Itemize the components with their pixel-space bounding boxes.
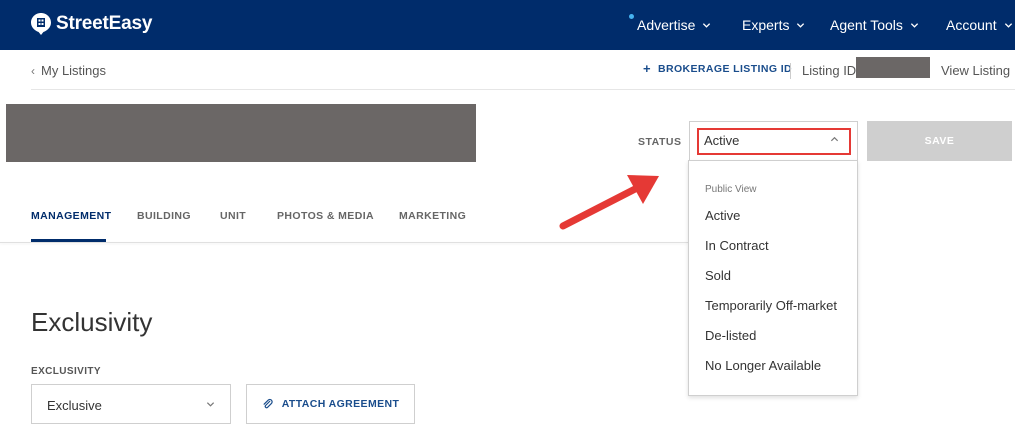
dropdown-group-label: Public View [705,184,757,195]
status-label: STATUS [638,136,682,148]
back-to-my-listings-link[interactable]: ‹ My Listings [31,63,106,78]
nav-label: Experts [742,17,790,33]
brand-name: StreetEasy [56,13,153,34]
exclusivity-select[interactable]: Exclusive [31,384,231,424]
status-dropdown-menu: Public View Active In Contract Sold Temp… [688,160,858,396]
tabs-divider [0,242,688,243]
nav-label: Agent Tools [830,17,903,33]
nav-account[interactable]: Account [946,17,1013,33]
tab-management[interactable]: MANAGEMENT [31,210,111,222]
nav-label: Account [946,17,997,33]
notification-dot-icon [629,14,634,19]
chevron-down-icon [206,402,215,407]
chevron-left-icon: ‹ [31,63,35,78]
status-option-sold[interactable]: Sold [705,268,731,283]
exclusivity-field-label: EXCLUSIVITY [31,366,101,377]
status-option-in-contract[interactable]: In Contract [705,238,769,253]
status-select-value-highlight[interactable]: Active [697,128,851,155]
annotation-arrow-icon [559,175,659,230]
attach-agreement-label: ATTACH AGREEMENT [281,398,400,410]
listing-subbar: ‹ My Listings + BROKERAGE LISTING ID Lis… [31,56,1015,90]
tab-marketing[interactable]: MARKETING [399,210,466,222]
chevron-down-icon [910,22,919,28]
status-selected-value: Active [704,133,740,148]
attach-agreement-button[interactable]: ATTACH AGREEMENT [246,384,415,424]
status-option-no-longer-available[interactable]: No Longer Available [705,358,821,373]
add-brokerage-listing-id-link[interactable]: + BROKERAGE LISTING ID [643,61,792,76]
section-title: Exclusivity [31,307,153,337]
status-option-de-listed[interactable]: De-listed [705,328,756,343]
tab-photos-media[interactable]: PHOTOS & MEDIA [277,210,374,222]
nav-advertise[interactable]: Advertise [637,17,711,33]
nav-experts[interactable]: Experts [742,17,805,33]
chevron-down-icon [797,22,805,28]
paperclip-icon [263,398,273,409]
status-option-active[interactable]: Active [705,208,740,223]
nav-label: Advertise [637,17,696,33]
status-option-temporarily-off-market[interactable]: Temporarily Off-market [705,298,837,313]
listing-id-label: Listing ID [802,63,857,78]
chevron-down-icon [1004,22,1012,28]
tab-building[interactable]: BUILDING [137,210,191,222]
brokerage-label: BROKERAGE LISTING ID [658,62,793,75]
nav-agent-tools[interactable]: Agent Tools [830,17,919,33]
divider [790,63,791,79]
view-listing-link[interactable]: View Listing [941,63,1010,78]
listing-title-redacted [6,104,476,162]
active-tab-indicator [31,239,106,242]
streeteasy-logo[interactable]: StreetEasy [31,13,152,35]
building-pin-icon [31,13,51,35]
exclusivity-selected-value: Exclusive [47,398,102,413]
plus-icon: + [643,61,651,76]
chevron-up-icon [830,136,839,142]
listing-id-redacted [856,57,930,78]
tab-unit[interactable]: UNIT [220,210,246,222]
save-button[interactable]: SAVE [867,121,1012,161]
back-label: My Listings [41,63,107,78]
chevron-down-icon [703,22,711,28]
top-navigation: StreetEasy Advertise Experts Agent Tools… [0,0,1015,50]
